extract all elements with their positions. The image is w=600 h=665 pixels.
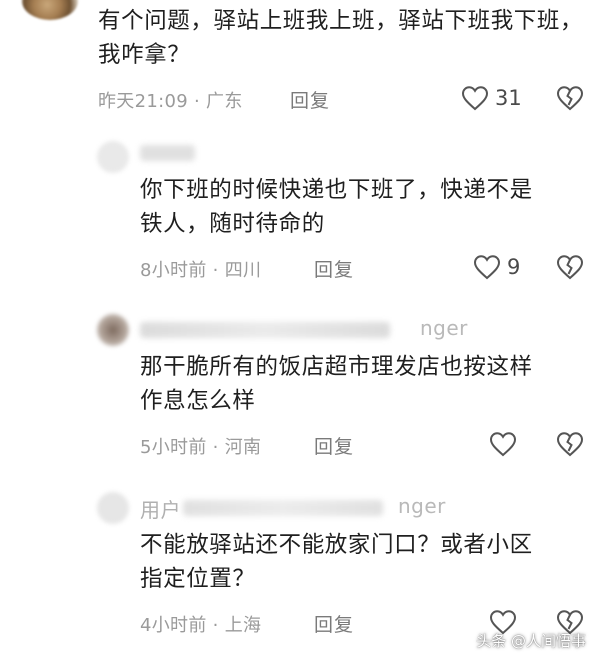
avatar[interactable] bbox=[97, 492, 129, 524]
comment-time: 8小时前 bbox=[140, 260, 207, 281]
heart-outline-icon bbox=[473, 255, 501, 280]
separator: · bbox=[212, 615, 219, 636]
comment-text-line: 我咋拿？ bbox=[98, 42, 191, 68]
reply-button[interactable]: 回复 bbox=[314, 255, 354, 282]
comment-text-line: 铁人，随时待命的 bbox=[140, 211, 325, 237]
username-blurred bbox=[140, 145, 195, 161]
avatar[interactable] bbox=[97, 314, 129, 346]
username-blurred bbox=[183, 500, 383, 516]
username-tail: nger bbox=[398, 494, 446, 518]
comment-location: 四川 bbox=[224, 260, 262, 281]
comment-text-line: 不能放驿站还不能放家门口？或者小区 bbox=[140, 532, 533, 558]
like-button[interactable]: 31 bbox=[461, 85, 522, 111]
comment-text-line: 作息怎么样 bbox=[140, 388, 256, 414]
like-button[interactable]: 9 bbox=[473, 254, 520, 280]
comment-text-line: 你下班的时候快递也下班了，快递不是 bbox=[140, 177, 533, 203]
broken-heart-icon bbox=[556, 255, 584, 280]
comment-text-line: 那干脆所有的饭店超市理发店也按这样 bbox=[140, 354, 533, 380]
dislike-button[interactable] bbox=[556, 85, 584, 115]
separator: · bbox=[193, 91, 201, 112]
username-partial: 用户 bbox=[140, 498, 181, 522]
broken-heart-icon bbox=[556, 432, 584, 457]
heart-outline-icon bbox=[489, 432, 517, 457]
comment-meta: 5小时前 · 河南 bbox=[140, 433, 261, 459]
comment-1: 有个问题，驿站上班我上班，驿站下班我下班， 我咋拿？ 昨天21:09 · 广东 回复… bbox=[0, 0, 600, 125]
comment-location: 上海 bbox=[224, 615, 262, 636]
comment-text: 那干脆所有的饭店超市理发店也按这样 作息怎么样 bbox=[140, 350, 533, 418]
comment-meta: 4小时前 · 上海 bbox=[140, 611, 261, 637]
comment-text: 你下班的时候快递也下班了，快递不是 铁人，随时待命的 bbox=[140, 173, 533, 241]
comment-meta: 昨天21:09 · 广东 bbox=[98, 87, 243, 113]
heart-outline-icon bbox=[461, 86, 489, 111]
comment-text: 有个问题，驿站上班我上班，驿站下班我下班， 我咋拿？ bbox=[98, 4, 583, 72]
username-blurred bbox=[140, 322, 390, 338]
comment-text-line: 指定位置？ bbox=[140, 566, 256, 592]
avatar[interactable] bbox=[97, 141, 129, 173]
avatar[interactable] bbox=[22, 0, 78, 20]
username-tail: nger bbox=[420, 316, 468, 340]
like-button[interactable] bbox=[489, 431, 523, 457]
comment-text: 不能放驿站还不能放家门口？或者小区 指定位置？ bbox=[140, 528, 533, 596]
comment-time: 5小时前 bbox=[140, 437, 207, 458]
dislike-button[interactable] bbox=[556, 431, 584, 461]
watermark: 头条 @人间悟事 bbox=[476, 632, 586, 650]
comment-location: 广东 bbox=[206, 91, 243, 112]
reply-button[interactable]: 回复 bbox=[314, 432, 354, 459]
comment-4: 用户 nger 不能放驿站还不能放家门口？或者小区 指定位置？ 4小时前 · 上海 … bbox=[0, 490, 600, 650]
comment-meta: 8小时前 · 四川 bbox=[140, 256, 261, 282]
comment-location: 河南 bbox=[224, 437, 262, 458]
comment-3: nger 那干脆所有的饭店超市理发店也按这样 作息怎么样 5小时前 · 河南 回复 bbox=[0, 312, 600, 472]
like-count: 9 bbox=[507, 255, 521, 279]
comment-time: 4小时前 bbox=[140, 615, 207, 636]
reply-button[interactable]: 回复 bbox=[290, 86, 330, 113]
separator: · bbox=[212, 437, 219, 458]
comment-text-line: 有个问题，驿站上班我上班，驿站下班我下班， bbox=[98, 8, 584, 34]
separator: · bbox=[212, 260, 219, 281]
broken-heart-icon bbox=[556, 86, 584, 111]
comment-time: 昨天21:09 bbox=[98, 91, 188, 112]
dislike-button[interactable] bbox=[556, 254, 584, 284]
like-count: 31 bbox=[495, 86, 522, 110]
reply-button[interactable]: 回复 bbox=[314, 610, 354, 637]
comment-2: 你下班的时候快递也下班了，快递不是 铁人，随时待命的 8小时前 · 四川 回复 9 bbox=[0, 135, 600, 295]
